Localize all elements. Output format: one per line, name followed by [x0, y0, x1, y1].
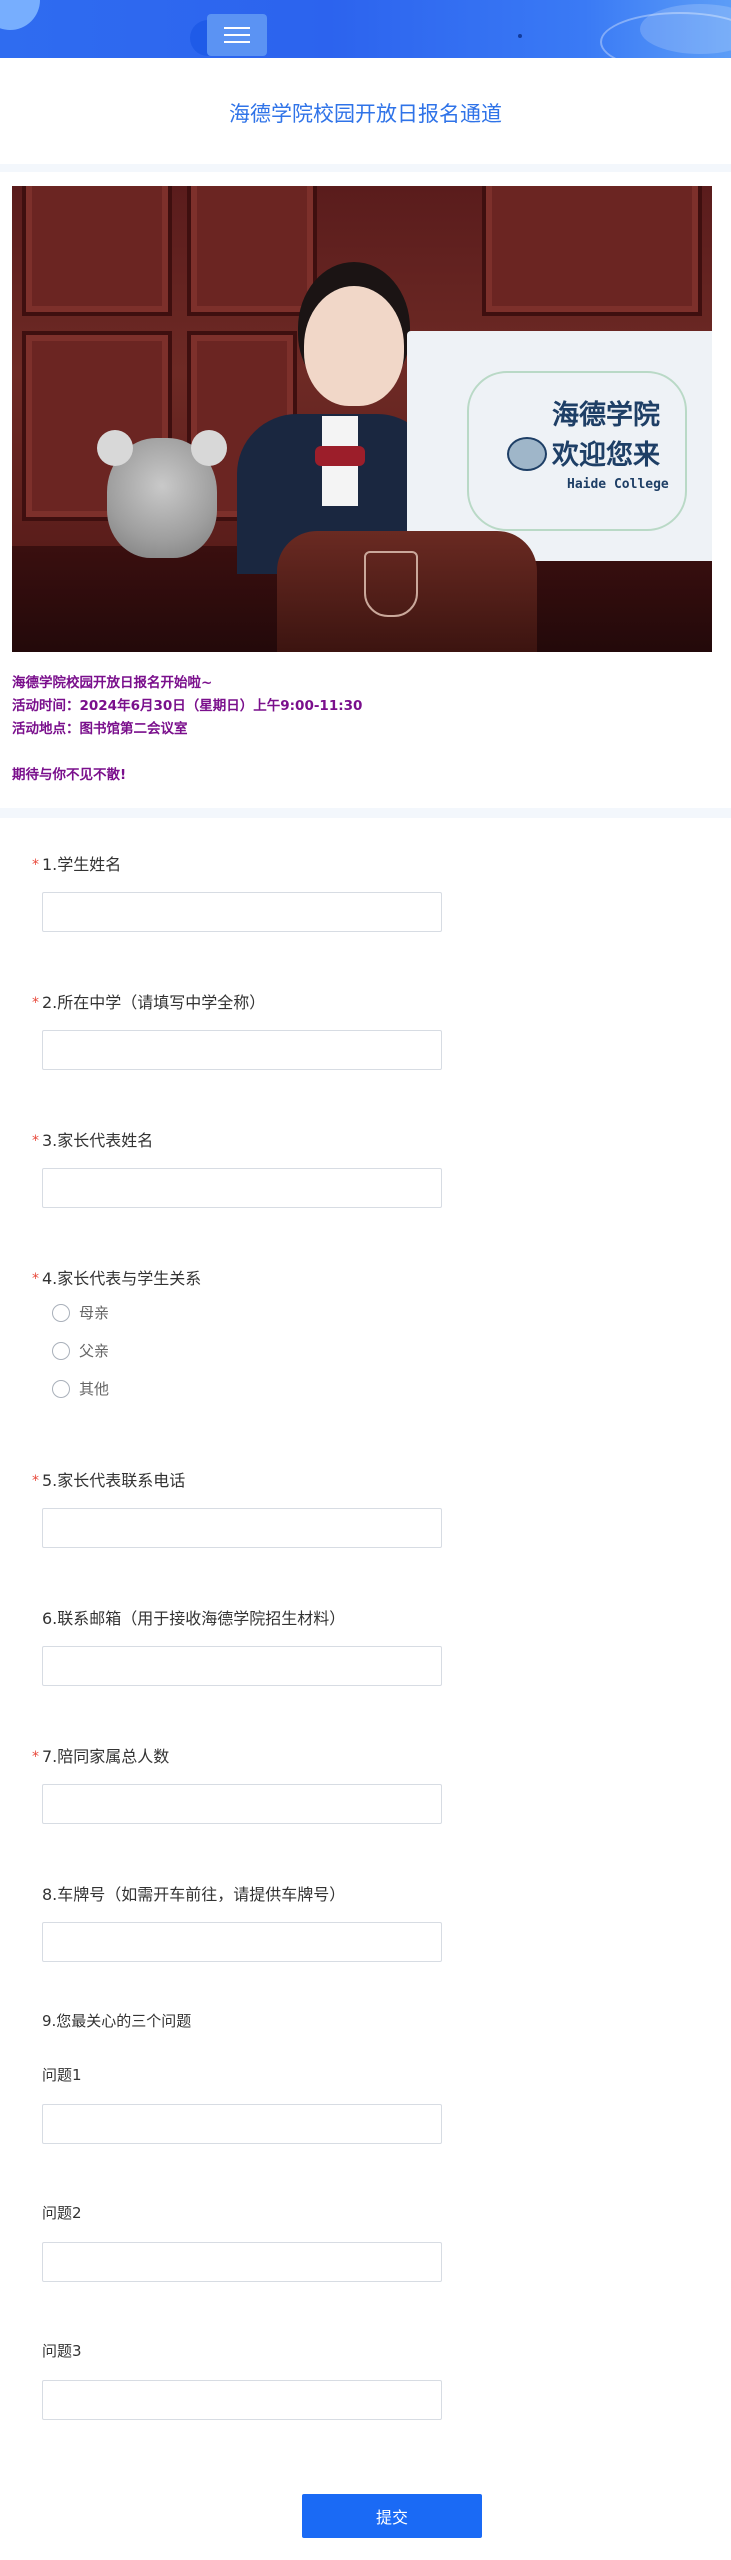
parent-phone-input[interactable]	[42, 1508, 442, 1548]
signup-form: * 1.学生姓名 * 2.所在中学（请填写中学全称） * 3.家长代表姓名 * 4.家长…	[0, 818, 731, 2560]
question-label: 4.家长代表与学生关系	[42, 1269, 202, 1288]
plate-number-input[interactable]	[42, 1922, 442, 1962]
question-parent-name: * 3.家长代表姓名	[32, 1130, 712, 1208]
welcome-sign: 海德学院 欢迎您来 Haide College	[407, 331, 712, 561]
radio-option-other[interactable]: 其他	[52, 1378, 109, 1399]
title-card: 海德学院校园开放日报名通道	[0, 58, 731, 164]
question-relationship: * 4.家长代表与学生关系 母亲 父亲 其他	[32, 1268, 712, 1428]
koala-logo-icon	[507, 437, 547, 471]
question-label: 1.学生姓名	[42, 855, 122, 874]
question-label: 9.您最关心的三个问题	[42, 2012, 192, 2030]
question-label: 6.联系邮箱（用于接收海德学院招生材料）	[42, 1609, 346, 1628]
intro-section: 海德学院 欢迎您来 Haide College 海德学院校园开放日报名开始啦~ …	[0, 172, 731, 808]
hamburger-icon	[224, 22, 250, 48]
question1-input[interactable]	[42, 2104, 442, 2144]
radio-option-mother[interactable]: 母亲	[52, 1302, 109, 1323]
required-mark: *	[32, 995, 39, 1011]
question-companion-count: * 7.陪同家属总人数	[32, 1746, 712, 1824]
question-top-concerns: 9.您最关心的三个问题	[32, 2010, 712, 2032]
required-mark: *	[32, 1133, 39, 1149]
question-label: 3.家长代表姓名	[42, 1131, 154, 1150]
sub-question-label: 问题1	[42, 2066, 82, 2084]
menu-button[interactable]	[207, 14, 267, 56]
question3-input[interactable]	[42, 2380, 442, 2420]
companion-count-input[interactable]	[42, 1784, 442, 1824]
sign-text: Haide College	[567, 477, 669, 492]
question-label: 2.所在中学（请填写中学全称）	[42, 993, 266, 1012]
question-label: 8.车牌号（如需开车前往，请提供车牌号）	[42, 1885, 346, 1904]
radio-option-father[interactable]: 父亲	[52, 1340, 109, 1361]
question-parent-phone: * 5.家长代表联系电话	[32, 1470, 712, 1548]
wall-panel	[187, 186, 317, 316]
question2-input[interactable]	[42, 2242, 442, 2282]
question-plate-number: 8.车牌号（如需开车前往，请提供车牌号）	[32, 1884, 712, 1962]
required-mark: *	[32, 1271, 39, 1287]
question-middle-school: * 2.所在中学（请填写中学全称）	[32, 992, 712, 1070]
parent-name-input[interactable]	[42, 1168, 442, 1208]
question-student-name: * 1.学生姓名	[32, 854, 712, 932]
decor-ring	[600, 12, 731, 58]
intro-line: 活动时间：2024年6月30日（星期日）上午9:00-11:30	[12, 698, 363, 714]
intro-line: 海德学院校园开放日报名开始啦~	[12, 675, 213, 691]
question-label: 7.陪同家属总人数	[42, 1747, 170, 1766]
middle-school-input[interactable]	[42, 1030, 442, 1070]
top-banner	[0, 0, 731, 58]
koala-plush	[97, 430, 227, 558]
student-name-input[interactable]	[42, 892, 442, 932]
required-mark: *	[32, 1749, 39, 1765]
sub-question-label: 问题3	[42, 2342, 82, 2360]
decor-circle	[0, 0, 40, 30]
decor-dot	[518, 34, 522, 38]
intro-line: 活动地点：图书馆第二会议室	[12, 721, 188, 737]
question-email: 6.联系邮箱（用于接收海德学院招生材料）	[32, 1608, 712, 1686]
page-title: 海德学院校园开放日报名通道	[229, 102, 502, 126]
person-head	[304, 286, 404, 406]
sign-text: 欢迎您来	[552, 440, 660, 471]
submit-button[interactable]: 提交	[302, 2494, 482, 2538]
school-crest-icon	[364, 551, 418, 617]
radio-circle-icon	[52, 1341, 70, 1360]
question-label: 5.家长代表联系电话	[42, 1471, 186, 1490]
radio-circle-icon	[52, 1379, 70, 1398]
required-mark: *	[32, 1473, 39, 1489]
wall-panel	[22, 186, 172, 316]
sign-text: 海德学院	[552, 400, 660, 431]
email-input[interactable]	[42, 1646, 442, 1686]
required-mark: *	[32, 857, 39, 873]
intro-text: 海德学院校园开放日报名开始啦~ 活动时间：2024年6月30日（星期日）上午9:…	[12, 672, 712, 787]
radio-circle-icon	[52, 1303, 70, 1322]
bow-tie	[315, 446, 365, 466]
wall-panel	[482, 186, 702, 316]
intro-line: 期待与你不见不散!	[12, 767, 127, 783]
event-photo: 海德学院 欢迎您来 Haide College	[12, 186, 712, 652]
sub-question-label: 问题2	[42, 2204, 82, 2222]
